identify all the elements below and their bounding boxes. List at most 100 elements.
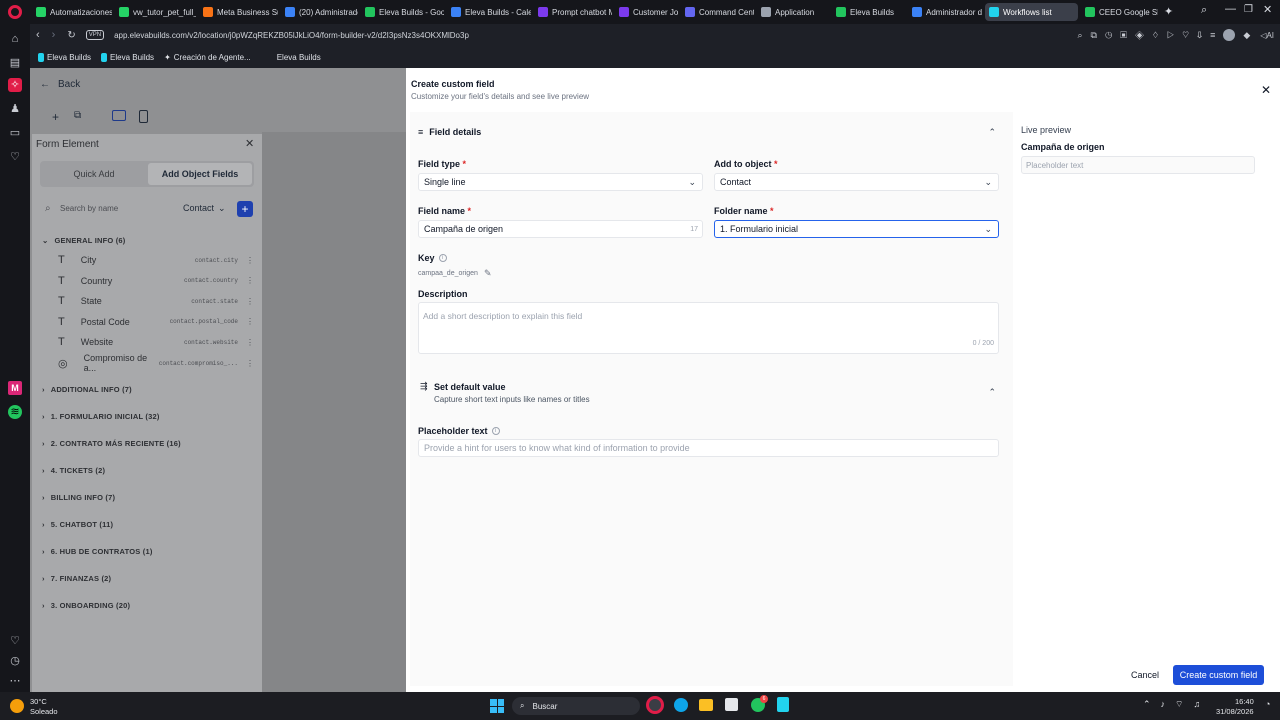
browser-tab[interactable]: Automatizaciones (32, 3, 112, 21)
clock-date[interactable]: 31/08/2026 (1216, 707, 1254, 716)
browser-toolbar-icons[interactable]: ⌕⧉◷▣◈♢▷♡⇩≡ (1078, 30, 1224, 41)
weather-icon[interactable] (10, 699, 24, 713)
search-tabs-icon[interactable]: ⌕ (1201, 4, 1207, 17)
notifications-icon[interactable]: ◔ (1265, 699, 1270, 709)
back-nav-icon[interactable]: ‹ (36, 29, 40, 41)
field-details-header[interactable]: ≡ Field details ⌃ (418, 126, 1000, 138)
bookmark-item[interactable]: Eleva Builds (101, 52, 154, 62)
object-field-item[interactable]: T State contact.state ⋮ (58, 292, 254, 310)
browser-tab[interactable]: vw_tutor_pet_full_c (115, 3, 196, 21)
restore-icon[interactable]: ❐ (1244, 4, 1253, 15)
add-field-button[interactable]: + (237, 201, 253, 217)
group-general-info[interactable]: ⌄ GENERAL INFO (6) (42, 233, 252, 247)
layout-icon[interactable]: ⧉ (74, 110, 81, 121)
heart-icon[interactable]: ♡ (8, 634, 22, 648)
object-field-item[interactable]: T Website contact.website ⋮ (58, 333, 254, 351)
aria-icon[interactable]: ✧ (8, 78, 22, 92)
new-tab-icon[interactable]: ✦ (1164, 5, 1173, 18)
browser-tab[interactable]: Eleva Builds - Goo (361, 3, 444, 21)
default-value-header[interactable]: ⇶ Set default value Capture short text i… (418, 381, 1000, 405)
preview-input[interactable]: Placeholder text (1021, 156, 1255, 174)
browser-tab[interactable]: Administrador de (908, 3, 982, 21)
clock-time[interactable]: 16:40 (1235, 697, 1254, 706)
browser-tab[interactable]: Meta Business Suit (199, 3, 278, 21)
url-text[interactable]: app.elevabuilds.com/v2/location/j0pWZqRE… (114, 31, 469, 40)
back-button[interactable]: ← Back (40, 79, 80, 90)
field-group[interactable]: › 6. HUB DE CONTRATOS (1) (42, 544, 252, 558)
spotify-icon[interactable]: ≋ (8, 405, 22, 419)
browser-tab[interactable]: Eleva Builds (832, 3, 905, 21)
more-icon[interactable]: ⋯ (8, 674, 22, 688)
weather-temp[interactable]: 30°C (30, 697, 47, 706)
home-icon[interactable]: ⌂ (8, 32, 22, 46)
object-field-item[interactable]: T Country contact.country ⋮ (58, 272, 254, 290)
close-window-icon[interactable]: ✕ (1263, 3, 1272, 16)
browser-tab[interactable]: Prompt chatbot M (534, 3, 612, 21)
desktop-view-icon[interactable] (112, 110, 126, 121)
field-group[interactable]: › 1. FORMULARIO INICIAL (32) (42, 409, 252, 423)
object-field-item[interactable]: T City contact.city ⋮ (58, 251, 254, 269)
reload-icon[interactable]: ↻ (67, 30, 75, 41)
tabs-icon[interactable]: ▤ (8, 56, 22, 70)
tray-icons[interactable]: ⌃♪⌔♫ (1143, 699, 1210, 710)
taskbar-search[interactable]: ⌕ Buscar (512, 697, 640, 715)
drag-handle-icon[interactable]: ⋮ (246, 297, 254, 306)
folder-name-select[interactable]: 1. Formulario inicial ⌄ (714, 220, 999, 238)
cancel-button[interactable]: Cancel (1125, 665, 1165, 685)
browser-tab[interactable]: (20) Administrado (281, 3, 358, 21)
object-select[interactable]: Contact ⌄ (183, 203, 226, 214)
field-group[interactable]: › ADDITIONAL INFO (7) (42, 382, 252, 396)
info-icon[interactable]: i (438, 254, 447, 262)
browser-tab[interactable]: Customer Journey (615, 3, 678, 21)
gmail-icon[interactable]: M (8, 381, 22, 395)
sheets-icon[interactable] (777, 697, 789, 712)
field-type-select[interactable]: Single line ⌄ (418, 173, 703, 191)
mobile-view-icon[interactable] (139, 110, 148, 123)
modal-close-icon[interactable]: ✕ (1261, 83, 1271, 97)
field-group[interactable]: › 5. CHATBOT (11) (42, 517, 252, 531)
shield-icon[interactable]: ♡ (8, 150, 22, 164)
drag-handle-icon[interactable]: ⋮ (246, 276, 254, 285)
tab-quick-add[interactable]: Quick Add (42, 163, 146, 185)
object-field-item[interactable]: ◎ Compromiso de a... contact.compromiso_..… (58, 353, 254, 373)
browser-tab[interactable]: Workflows list (985, 3, 1078, 21)
search-input[interactable]: Search by name (60, 204, 118, 213)
field-group[interactable]: › BILLING INFO (7) (42, 490, 252, 504)
field-group[interactable]: › 4. TICKETS (2) (42, 463, 252, 477)
browser-tab[interactable]: Command Center (681, 3, 754, 21)
forward-nav-icon[interactable]: › (52, 29, 56, 41)
pencil-icon[interactable]: ✎ (484, 268, 492, 279)
browser-tab[interactable]: Eleva Builds - Cale (447, 3, 531, 21)
bookmark-item[interactable]: Eleva Builds (38, 52, 91, 62)
object-field-item[interactable]: T Postal Code contact.postal_code ⋮ (58, 313, 254, 331)
vpn-badge[interactable]: VPN (85, 30, 105, 40)
drag-handle-icon[interactable]: ⋮ (246, 317, 254, 326)
panel-close-icon[interactable]: ✕ (245, 137, 254, 150)
create-custom-field-button[interactable]: Create custom field (1173, 665, 1264, 685)
browser-tab[interactable]: Application (757, 3, 829, 21)
profile-avatar[interactable] (1223, 29, 1236, 41)
store-icon[interactable] (725, 698, 738, 711)
bookmark-item[interactable]: ✦ Creación de Agente... (164, 53, 251, 62)
field-group[interactable]: › 2. CONTRATO MÁS RECIENTE (16) (42, 436, 252, 450)
bookmark-item[interactable]: Eleva Builds (277, 53, 321, 62)
drag-handle-icon[interactable]: ⋮ (246, 256, 254, 265)
minimize-icon[interactable]: — (1225, 3, 1236, 15)
field-group[interactable]: › 3. ONBOARDING (20) (42, 598, 252, 612)
tab-add-object-fields[interactable]: Add Object Fields (148, 163, 252, 185)
ai-button[interactable]: ◁AI (1260, 31, 1274, 40)
file-explorer-icon[interactable] (699, 699, 713, 711)
field-name-input[interactable]: Campaña de origen 17 (418, 220, 703, 238)
drag-handle-icon[interactable]: ⋮ (246, 359, 254, 368)
opera-logo-icon[interactable] (8, 5, 22, 19)
drag-handle-icon[interactable]: ⋮ (246, 338, 254, 347)
field-group[interactable]: › 7. FINANZAS (2) (42, 571, 252, 585)
opera-taskbar-icon[interactable] (646, 696, 664, 714)
windows-start-icon[interactable] (490, 699, 504, 713)
description-textarea[interactable]: Add a short description to explain this … (418, 302, 999, 354)
add-to-object-select[interactable]: Contact ⌄ (714, 173, 999, 191)
extension-icon[interactable]: ◆ (1243, 30, 1250, 41)
person-icon[interactable]: ♟ (8, 102, 22, 116)
placeholder-input[interactable]: Provide a hint for users to know what ki… (418, 439, 999, 457)
edge-icon[interactable] (674, 698, 688, 712)
